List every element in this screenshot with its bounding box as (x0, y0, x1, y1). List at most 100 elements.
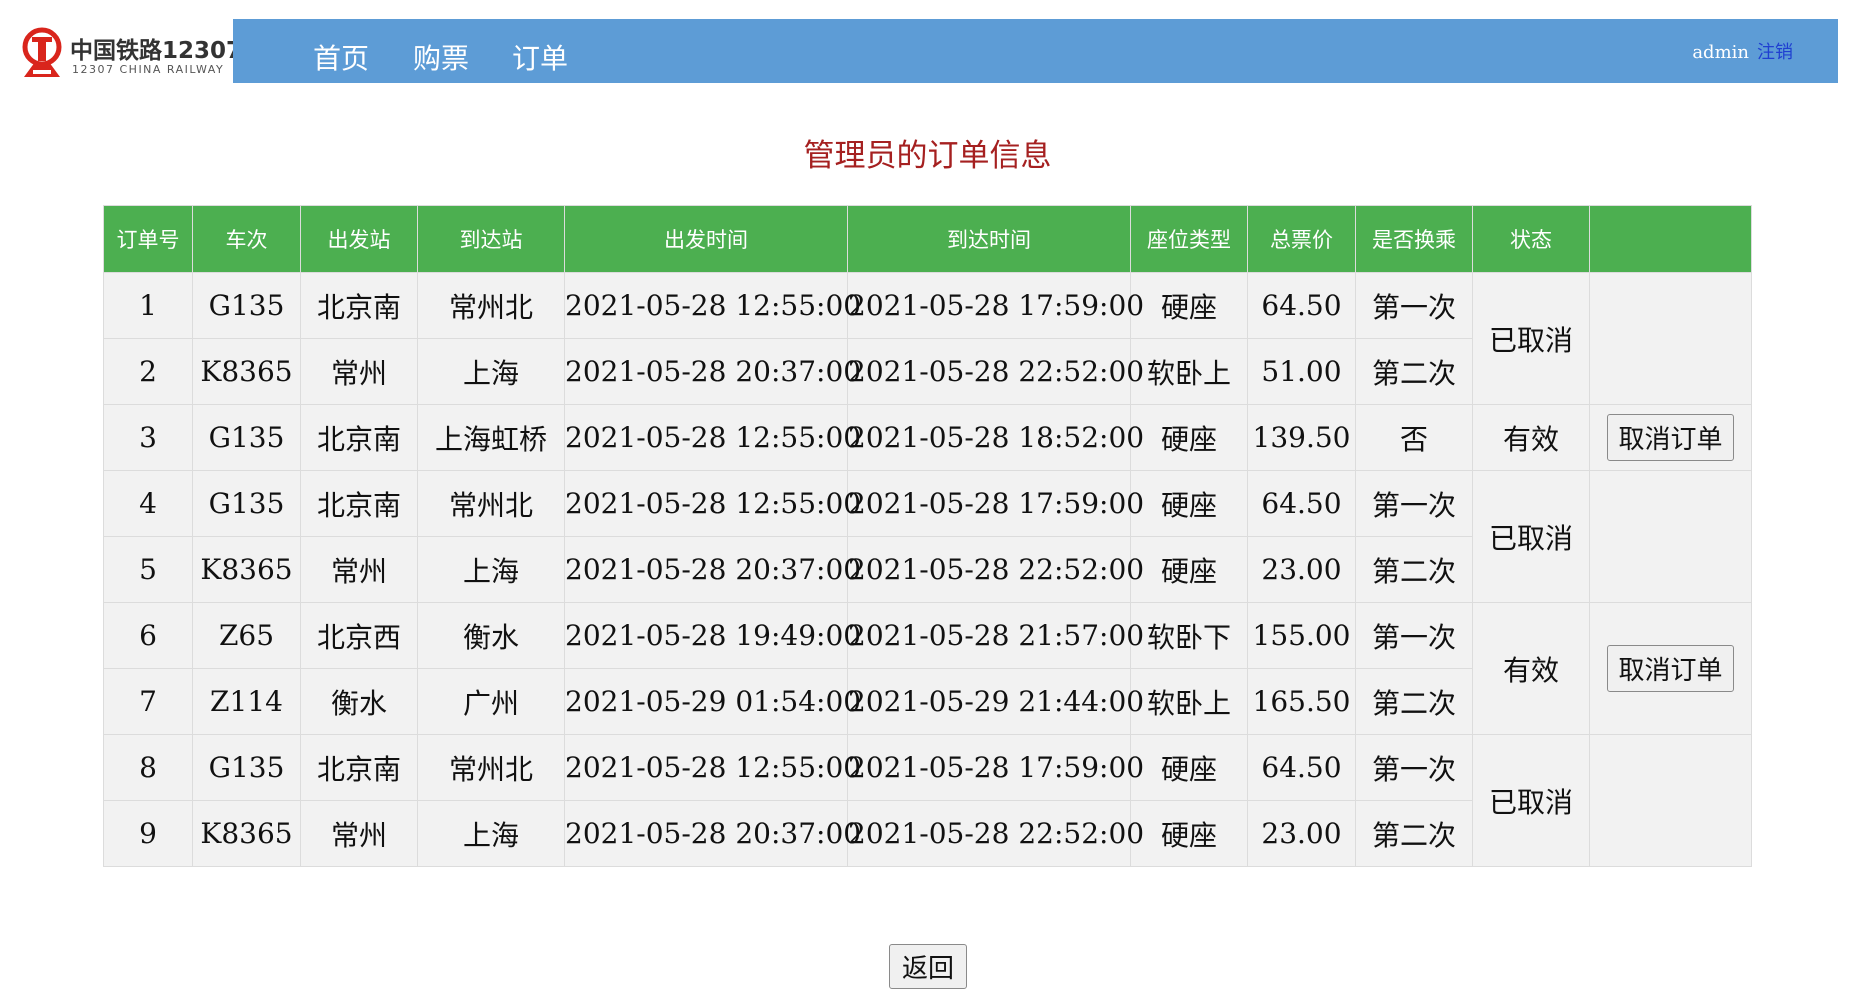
seat-type-cell: 硬座 (1130, 536, 1248, 603)
col-header-action (1589, 205, 1752, 273)
order-id-cell: 1 (103, 272, 193, 339)
seat-type-cell: 硬座 (1130, 470, 1248, 537)
transfer-flag-cell: 否 (1355, 404, 1473, 471)
order-id-cell: 4 (103, 470, 193, 537)
col-header-total-price: 总票价 (1247, 205, 1356, 273)
departure-time-cell: 2021-05-28 20:37:00 (564, 800, 861, 867)
action-cell: 取消订单 (1589, 404, 1752, 471)
total-price-cell: 23.00 (1247, 536, 1356, 603)
departure-station-cell: 常州 (300, 536, 418, 603)
col-header-train: 车次 (192, 205, 301, 273)
status-cell: 有效 (1472, 602, 1590, 735)
username: admin (1692, 42, 1749, 63)
total-price-cell: 64.50 (1247, 470, 1356, 537)
arrival-time-cell: 2021-05-28 22:52:00 (847, 338, 1144, 405)
user-area: admin 注销 (1692, 38, 1793, 64)
logo-brand: 中国铁路12307 (70, 38, 243, 64)
arrival-station-cell: 上海 (417, 338, 565, 405)
cancel-order-button[interactable]: 取消订单 (1607, 645, 1734, 692)
order-id-cell: 2 (103, 338, 193, 405)
departure-station-cell: 北京南 (300, 470, 418, 537)
col-header-transfer: 是否换乘 (1355, 205, 1473, 273)
col-header-order-id: 订单号 (103, 205, 193, 273)
seat-type-cell: 硬座 (1130, 734, 1248, 801)
arrival-time-cell: 2021-05-28 17:59:00 (847, 470, 1144, 537)
total-price-cell: 51.00 (1247, 338, 1356, 405)
table-header-row: 订单号 车次 出发站 到达站 出发时间 到达时间 座位类型 总票价 是否换乘 状… (103, 205, 1752, 273)
table-row: 6 Z65 北京西 衡水 2021-05-28 19:49:00 2021-05-28 2… (103, 602, 1752, 735)
action-cell (1589, 734, 1752, 867)
back-button[interactable]: 返回 (889, 944, 967, 989)
transfer-flag-cell: 第一次 (1355, 470, 1473, 537)
departure-station-cell: 北京西 (300, 602, 418, 669)
arrival-station-cell: 常州北 (417, 272, 565, 339)
departure-station-cell: 常州 (300, 800, 418, 867)
departure-station-cell: 北京南 (300, 272, 418, 339)
departure-station-cell: 北京南 (300, 404, 418, 471)
departure-station-cell: 衡水 (300, 668, 418, 735)
status-cell: 已取消 (1472, 272, 1590, 405)
col-header-from: 出发站 (300, 205, 418, 273)
train-number-cell: G135 (192, 734, 301, 801)
railway-logo-icon (22, 27, 62, 77)
arrival-station-cell: 常州北 (417, 734, 565, 801)
table-row: 3 G135 北京南 上海虹桥 2021-05-28 12:55:00 2021-05-2… (103, 404, 1752, 471)
train-number-cell: K8365 (192, 338, 301, 405)
seat-type-cell: 硬座 (1130, 800, 1248, 867)
logout-link[interactable]: 注销 (1757, 42, 1793, 63)
transfer-flag-cell: 第一次 (1355, 602, 1473, 669)
nav-buy-tickets[interactable]: 购票 (413, 37, 469, 77)
train-number-cell: K8365 (192, 800, 301, 867)
total-price-cell: 64.50 (1247, 272, 1356, 339)
table-row: 8 G135 北京南 常州北 2021-05-28 12:55:00 2021-05-28… (103, 734, 1752, 867)
order-id-cell: 5 (103, 536, 193, 603)
arrival-station-cell: 衡水 (417, 602, 565, 669)
train-number-cell: Z114 (192, 668, 301, 735)
train-number-cell: G135 (192, 272, 301, 339)
departure-time-cell: 2021-05-28 12:55:00 (564, 470, 861, 537)
arrival-time-cell: 2021-05-28 17:59:00 (847, 734, 1144, 801)
order-id-cell: 6 (103, 602, 193, 669)
train-number-cell: G135 (192, 470, 301, 537)
arrival-station-cell: 上海 (417, 800, 565, 867)
table-row: 4 G135 北京南 常州北 2021-05-28 12:55:00 2021-05-28… (103, 470, 1752, 603)
status-cell: 已取消 (1472, 470, 1590, 603)
arrival-time-cell: 2021-05-28 22:52:00 (847, 800, 1144, 867)
departure-station-cell: 北京南 (300, 734, 418, 801)
nav-orders[interactable]: 订单 (512, 37, 568, 77)
arrival-time-cell: 2021-05-28 18:52:00 (847, 404, 1144, 471)
departure-time-cell: 2021-05-28 20:37:00 (564, 536, 861, 603)
transfer-flag-cell: 第二次 (1355, 338, 1473, 405)
nav-home[interactable]: 首页 (313, 37, 369, 77)
seat-type-cell: 软卧上 (1130, 338, 1248, 405)
action-cell (1589, 272, 1752, 405)
table-row: 1 G135 北京南 常州北 2021-05-28 12:55:00 2021-05-28… (103, 272, 1752, 405)
transfer-flag-cell: 第二次 (1355, 536, 1473, 603)
arrival-station-cell: 广州 (417, 668, 565, 735)
cancel-order-button[interactable]: 取消订单 (1607, 414, 1734, 461)
transfer-flag-cell: 第一次 (1355, 734, 1473, 801)
action-cell: 取消订单 (1589, 602, 1752, 735)
logo: 中国铁路12307 12307 CHINA RAILWAY (18, 25, 242, 85)
total-price-cell: 155.00 (1247, 602, 1356, 669)
total-price-cell: 23.00 (1247, 800, 1356, 867)
top-nav-bar: 首页 购票 订单 admin 注销 (233, 19, 1838, 83)
arrival-time-cell: 2021-05-28 17:59:00 (847, 272, 1144, 339)
col-header-seat-type: 座位类型 (1130, 205, 1248, 273)
order-id-cell: 8 (103, 734, 193, 801)
departure-time-cell: 2021-05-28 12:55:00 (564, 734, 861, 801)
order-id-cell: 9 (103, 800, 193, 867)
train-number-cell: K8365 (192, 536, 301, 603)
page-title: 管理员的订单信息 (803, 138, 1052, 174)
arrival-time-cell: 2021-05-28 21:57:00 (847, 602, 1144, 669)
departure-time-cell: 2021-05-29 01:54:00 (564, 668, 861, 735)
total-price-cell: 64.50 (1247, 734, 1356, 801)
arrival-station-cell: 上海 (417, 536, 565, 603)
arrival-time-cell: 2021-05-29 21:44:00 (847, 668, 1144, 735)
action-cell (1589, 470, 1752, 603)
transfer-flag-cell: 第二次 (1355, 800, 1473, 867)
departure-station-cell: 常州 (300, 338, 418, 405)
departure-time-cell: 2021-05-28 12:55:00 (564, 404, 861, 471)
seat-type-cell: 软卧上 (1130, 668, 1248, 735)
seat-type-cell: 硬座 (1130, 404, 1248, 471)
